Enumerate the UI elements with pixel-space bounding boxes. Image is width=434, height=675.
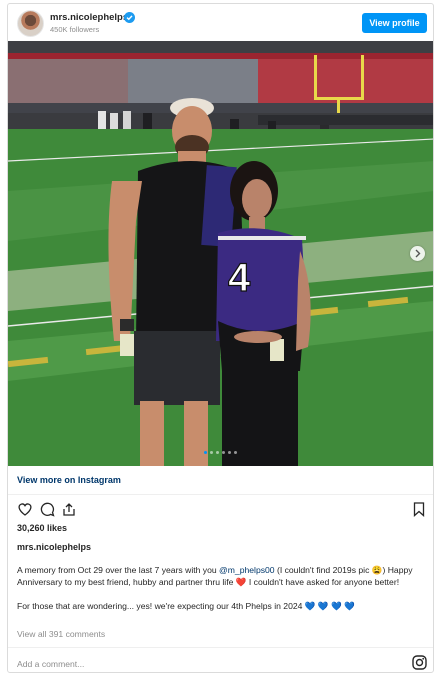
- header-username[interactable]: mrs.nicolephelps: [50, 12, 128, 23]
- divider: [8, 494, 433, 495]
- carousel-dot: [234, 451, 237, 454]
- post-header: mrs.nicolephelps 450K followers View pro…: [8, 4, 433, 42]
- instagram-embed-card: mrs.nicolephelps 450K followers View pro…: [7, 3, 434, 673]
- caption-text: A memory from Oct 29 over the last 7 yea…: [17, 564, 427, 612]
- bookmark-icon[interactable]: [411, 501, 427, 517]
- view-more-link[interactable]: View more on Instagram: [17, 475, 121, 485]
- caption-segment: I couldn't have asked for anyone better!: [246, 577, 400, 587]
- caption-segment: For those that are wondering... yes! we'…: [17, 601, 305, 611]
- verified-badge-icon: [124, 12, 135, 23]
- svg-text:4: 4: [228, 256, 251, 300]
- red-heart-emoji: ❤️: [235, 577, 247, 587]
- instagram-logo-icon[interactable]: [412, 655, 427, 670]
- carousel-dot: [228, 451, 231, 454]
- comment-icon[interactable]: [39, 501, 55, 517]
- follower-count: 450K followers: [50, 25, 100, 34]
- blue-heart-emojis: 💙 💙 💙 💙: [304, 601, 355, 611]
- caption-segment: A memory from Oct 29 over the last 7 yea…: [17, 565, 220, 575]
- chevron-right-icon: [415, 249, 421, 258]
- carousel-dot: [216, 451, 219, 454]
- carousel-indicator: [204, 451, 237, 456]
- like-count[interactable]: 30,260 likes: [17, 523, 67, 533]
- carousel-dot: [204, 451, 207, 454]
- view-all-comments-link[interactable]: View all 391 comments: [17, 629, 105, 639]
- avatar[interactable]: [17, 10, 44, 37]
- mention-link[interactable]: @m_phelps00: [219, 565, 275, 575]
- divider: [8, 647, 433, 648]
- carousel-dot: [210, 451, 213, 454]
- post-photo[interactable]: 4: [8, 41, 433, 466]
- heart-icon[interactable]: [17, 501, 33, 517]
- carousel-dot: [222, 451, 225, 454]
- caption-username[interactable]: mrs.nicolephelps: [17, 542, 91, 552]
- carousel-next-button[interactable]: [410, 246, 425, 261]
- add-comment-input[interactable]: Add a comment...: [17, 659, 84, 669]
- share-icon[interactable]: [61, 501, 77, 517]
- view-profile-button[interactable]: View profile: [362, 13, 427, 33]
